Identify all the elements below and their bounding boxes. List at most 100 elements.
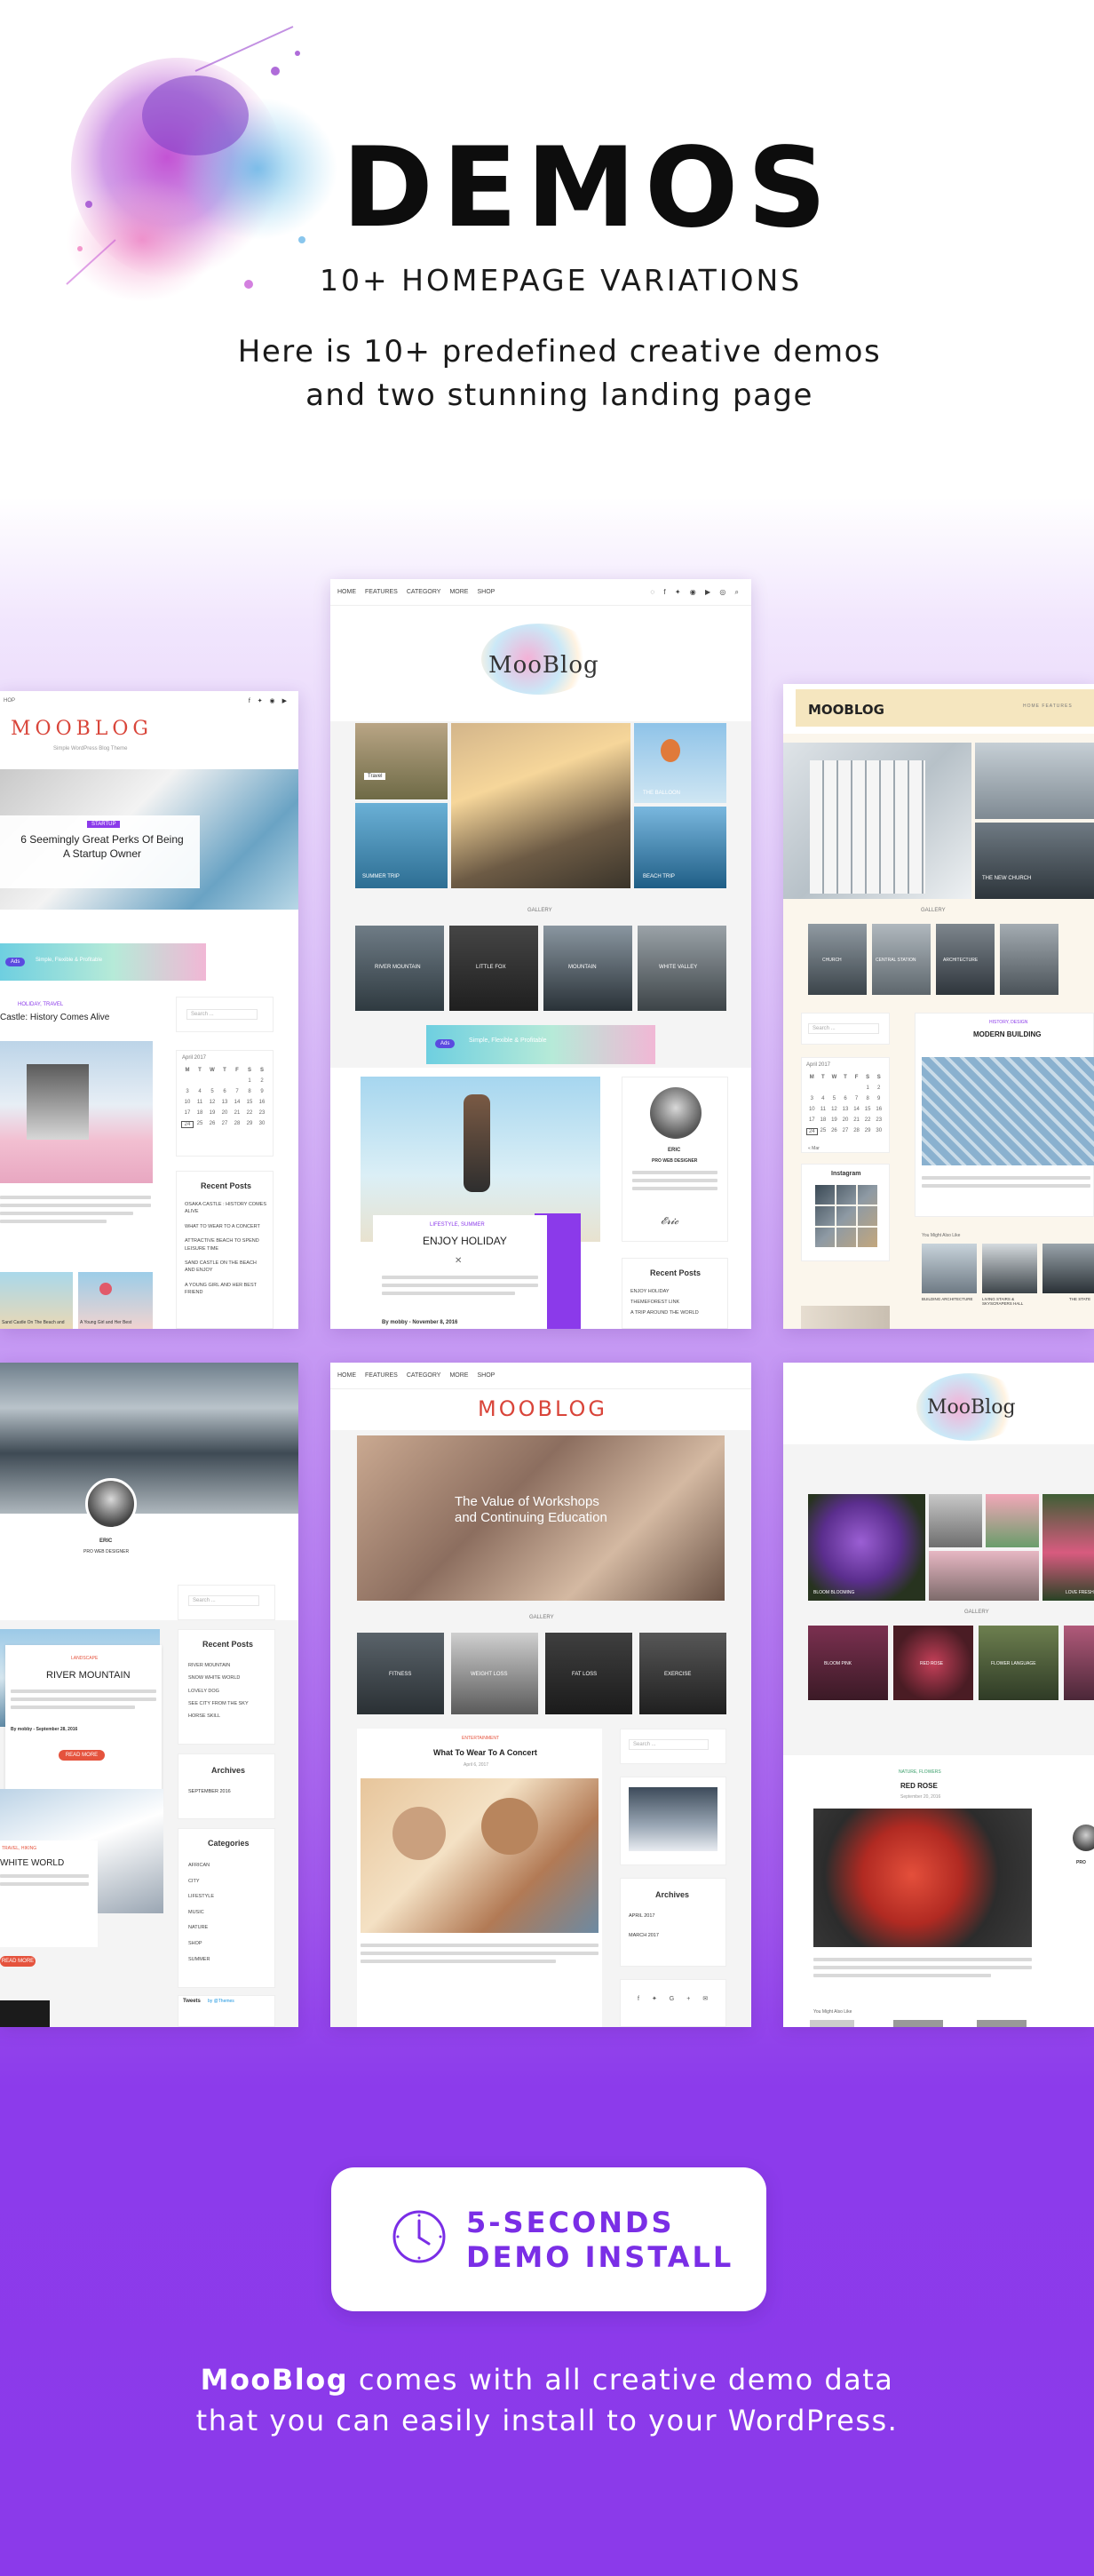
calendar-day[interactable]: 19 <box>206 1110 218 1116</box>
logo[interactable]: MooBlog <box>927 1396 1016 1419</box>
demo-card-architecture[interactable]: MOOBLOG HOME FEATURES THE NEW CHURCH GAL… <box>783 684 1094 1329</box>
calendar-day[interactable]: W <box>828 1075 840 1080</box>
calendar-day[interactable]: 30 <box>873 1128 884 1135</box>
calendar-day[interactable]: 9 <box>873 1096 884 1101</box>
post-title[interactable]: MODERN BUILDING <box>973 1030 1041 1038</box>
calendar-day[interactable]: 10 <box>181 1100 194 1105</box>
calendar[interactable]: M T W T F S S 1 2 3 4 5 6 7 8 9 10 11 12 13 14 15 16 17 18 19 20 21… <box>181 1068 268 1133</box>
calendar-day[interactable]: 24 <box>806 1128 818 1135</box>
calendar-day[interactable]: 21 <box>851 1117 862 1123</box>
list-item[interactable]: HORSE SKILL <box>188 1710 249 1722</box>
hero-mountain-image[interactable] <box>0 1363 298 1514</box>
logo[interactable]: MOOBLOG <box>808 702 884 718</box>
calendar-day[interactable]: 17 <box>181 1110 194 1116</box>
calendar-day[interactable]: T <box>840 1075 852 1080</box>
tile-mug[interactable] <box>929 1494 982 1547</box>
list-item[interactable]: CITY <box>188 1874 214 1890</box>
calendar-day[interactable]: 6 <box>218 1089 231 1094</box>
list-item[interactable]: LOVELY DOG <box>188 1685 249 1697</box>
calendar-day[interactable]: S <box>256 1068 268 1073</box>
author-avatar[interactable] <box>1073 1825 1094 1851</box>
calendar-day[interactable]: 8 <box>862 1096 874 1101</box>
post-title-2[interactable]: WHITE WORLD <box>0 1858 64 1868</box>
calendar-day[interactable]: 16 <box>873 1107 884 1112</box>
calendar-day[interactable]: 29 <box>243 1121 256 1128</box>
author-avatar[interactable] <box>650 1087 702 1139</box>
calendar-day[interactable]: 21 <box>231 1110 243 1116</box>
calendar-day[interactable]: 20 <box>218 1110 231 1116</box>
post-title[interactable]: RIVER MOUNTAIN <box>46 1670 131 1681</box>
logo[interactable]: MOOBLOG <box>11 718 153 740</box>
gallery-4[interactable] <box>1000 924 1058 995</box>
calendar-day[interactable]: 5 <box>206 1089 218 1094</box>
tile-church[interactable] <box>975 823 1094 899</box>
post-title[interactable]: Castle: History Comes Alive <box>0 1013 109 1022</box>
demo-card-mountain[interactable]: ERIC PRO WEB DESIGNER LANDSCAPE RIVER MO… <box>0 1363 298 2027</box>
calendar-day[interactable]: 7 <box>231 1089 243 1094</box>
calendar-day[interactable]: 12 <box>828 1107 840 1112</box>
list-item[interactable]: AFRICAN <box>188 1858 214 1874</box>
calendar-day[interactable]: 10 <box>806 1107 818 1112</box>
calendar-day[interactable]: 15 <box>243 1100 256 1105</box>
calendar-day[interactable]: 28 <box>231 1121 243 1128</box>
hero-title[interactable]: The Value of Workshops and Continuing Ed… <box>455 1494 607 1526</box>
calendar-day[interactable]: 14 <box>851 1107 862 1112</box>
list-item[interactable]: NATURE <box>188 1920 214 1936</box>
calendar-day[interactable]: 15 <box>862 1107 874 1112</box>
calendar-day[interactable]: 1 <box>862 1085 874 1091</box>
calendar-day[interactable]: 5 <box>828 1096 840 1101</box>
calendar-day[interactable]: 22 <box>862 1117 874 1123</box>
calendar-day[interactable]: 6 <box>840 1096 852 1101</box>
calendar-day[interactable]: F <box>231 1068 243 1073</box>
calendar-day[interactable]: 16 <box>256 1100 268 1105</box>
calendar-day[interactable]: 27 <box>218 1121 231 1128</box>
search-input[interactable]: Search ... <box>629 1739 709 1750</box>
demo-card-classic[interactable]: HOP f ✦ ◉ ▶ MOOBLOG Simple WordPress Blo… <box>0 691 298 1329</box>
ad-banner[interactable] <box>0 943 206 981</box>
calendar-day[interactable]: 4 <box>194 1089 206 1094</box>
calendar-day[interactable]: 2 <box>256 1078 268 1084</box>
calendar-day[interactable]: F <box>851 1075 862 1080</box>
tile-tower[interactable] <box>975 743 1094 819</box>
calendar-day[interactable]: 3 <box>181 1089 194 1094</box>
tile-pink-flower[interactable] <box>1042 1494 1094 1601</box>
list-item[interactable]: SHOP <box>188 1936 214 1952</box>
list-item[interactable]: SNOW WHITE WORLD <box>188 1672 249 1684</box>
list-item[interactable]: LIFESTYLE <box>188 1889 214 1905</box>
ad-banner[interactable] <box>426 1025 655 1064</box>
calendar-day[interactable]: 11 <box>194 1100 206 1105</box>
post-title[interactable]: ENJOY HOLIDAY <box>423 1235 507 1247</box>
calendar-day[interactable]: 30 <box>256 1121 268 1128</box>
share-icon[interactable]: ✕ <box>455 1256 462 1266</box>
calendar-day[interactable]: M <box>806 1075 818 1080</box>
calendar-day[interactable]: 9 <box>256 1089 268 1094</box>
calendar-day[interactable]: M <box>181 1068 194 1073</box>
categories-list[interactable]: AFRICAN CITY LIFESTYLE MUSIC NATURE SHOP SUMME… <box>188 1858 214 1968</box>
calendar-day[interactable]: 12 <box>206 1100 218 1105</box>
list-item[interactable]: SUMMER <box>188 1952 214 1968</box>
calendar-day[interactable]: T <box>218 1068 231 1073</box>
calendar-day[interactable]: T <box>194 1068 206 1073</box>
facebook-widget[interactable] <box>629 1787 717 1851</box>
calendar-day[interactable]: 25 <box>194 1121 206 1128</box>
calendar-day[interactable]: S <box>862 1075 874 1080</box>
search-input[interactable]: Search ... <box>188 1595 259 1606</box>
demo-card-watercolor[interactable]: HOME FEATURES CATEGORY MORE SHOP ◌ f ✦ ◉… <box>330 579 751 1329</box>
list-item[interactable]: SEE CITY FROM THE SKY <box>188 1697 249 1710</box>
calendar-day[interactable]: 29 <box>862 1128 874 1135</box>
calendar-day[interactable]: 13 <box>218 1100 231 1105</box>
calendar-day[interactable]: S <box>243 1068 256 1073</box>
calendar-day[interactable]: 28 <box>851 1128 862 1135</box>
calendar-day[interactable]: 13 <box>840 1107 852 1112</box>
calendar-day[interactable]: 7 <box>851 1096 862 1101</box>
recent-posts-list[interactable]: RIVER MOUNTAIN SNOW WHITE WORLD LOVELY DOG… <box>188 1659 249 1722</box>
top-nav[interactable]: HOME FEATURES CATEGORY MORE SHOP <box>330 1363 751 1389</box>
calendar-day[interactable]: 11 <box>818 1107 829 1112</box>
list-item[interactable]: RIVER MOUNTAIN <box>188 1659 249 1672</box>
read-more-button[interactable]: READ MORE <box>59 1750 105 1761</box>
calendar-day[interactable]: 26 <box>828 1128 840 1135</box>
tile-purple-flower[interactable] <box>808 1494 925 1601</box>
instagram-grid[interactable] <box>815 1185 877 1247</box>
author-avatar[interactable] <box>85 1478 137 1530</box>
tile-roses[interactable] <box>929 1551 1039 1601</box>
